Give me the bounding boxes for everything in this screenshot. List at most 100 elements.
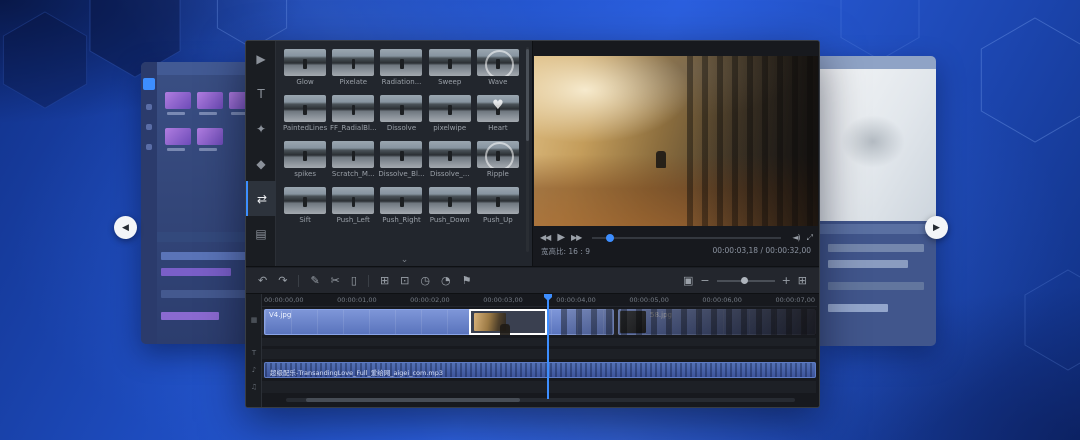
transition-item[interactable]: Push_Down [426,187,474,233]
duration-icon[interactable]: ◷ [420,275,430,286]
ghost-preview [820,69,936,221]
transition-item[interactable]: Heart [474,95,522,141]
audio-clip[interactable]: 超级配乐-TransandingLove_Full_爱给网_aigei_com.… [264,362,816,378]
transition-item[interactable]: pixelwipe [426,95,474,141]
timecode-label: 00:00:03,18 / 00:00:32,00 [712,246,811,257]
redo-icon[interactable]: ↷ [278,275,287,286]
timeline: ▦ T ♪ ♫ 00:00:00,00 00:00:01,00 00:00:02… [246,294,819,407]
transition-thumbnail [332,141,374,168]
ghost-header [820,56,936,69]
transition-item[interactable]: Radiation... [377,49,425,95]
audio-track-icon[interactable]: ♪ [246,366,262,374]
zoom-slider[interactable] [717,280,775,282]
sidebar-tab-effects[interactable]: ✦ [246,111,276,146]
seek-bar[interactable] [592,237,781,239]
transition-thumbnail [380,141,422,168]
sidebar-tab-export[interactable]: ▤ [246,216,276,251]
timeline-ruler[interactable]: 00:00:00,00 00:00:01,00 00:00:02,00 00:0… [262,294,817,307]
marker-icon[interactable]: ⚑ [462,275,472,286]
ghost-clip [161,252,251,260]
delete-icon[interactable]: ▯ [351,275,357,286]
editor-top-area: ▶ T ✦ ◆ ⇄ ▤ Glow Pixelate Radiation... S… [246,41,819,267]
library-panel: ▶ T ✦ ◆ ⇄ ▤ Glow Pixelate Radiation... S… [246,41,533,266]
zoom-in-icon[interactable]: + [782,275,791,286]
transition-item[interactable]: PaintedLines [281,95,329,141]
undo-icon[interactable]: ↶ [258,275,267,286]
transition-label: Glow [296,78,313,86]
ruler-tick-label: 00:00:03,00 [483,296,523,304]
page-background: ◀ ▶ ▶ T ✦ ◆ ⇄ ▤ Glow Pixelate Radiation.… [0,0,1080,440]
video-clip-58[interactable]: 58.jpg [618,309,816,335]
transition-thumbnail [477,187,519,214]
text-track-icon[interactable]: T [246,349,262,357]
text-icon: T [257,87,264,101]
transition-item[interactable]: Dissolve_Bl... [377,141,425,187]
sidebar-tab-elements[interactable]: ◆ [246,146,276,181]
transition-label: Sweep [438,78,461,86]
transition-thumbnail [477,95,519,122]
transition-label: Dissolve_... [430,170,469,178]
pip-icon[interactable]: ⊡ [400,275,409,286]
transition-item[interactable]: Push_Left [329,187,377,233]
ghost-clip [828,260,908,268]
transition-item[interactable]: Sift [281,187,329,233]
zoom-slider-handle[interactable] [741,277,748,284]
transition-thumbnail [332,187,374,214]
selected-clip[interactable] [469,309,547,335]
transition-item[interactable]: Glow [281,49,329,95]
transition-label: pixelwipe [433,124,466,132]
transition-item[interactable]: FF_RadialBl... [329,95,377,141]
elements-icon: ◆ [256,157,265,171]
render-preview-icon[interactable]: ▣ [683,275,693,286]
edit-icon[interactable]: ✎ [310,275,319,286]
grid-scrollbar[interactable] [526,49,529,141]
ghost-header [157,62,257,75]
transition-item[interactable]: Push_Up [474,187,522,233]
zoom-fit-icon[interactable]: ⊞ [798,275,807,286]
transition-item[interactable]: Sweep [426,49,474,95]
sidebar-tab-media[interactable]: ▶ [246,41,276,76]
fullscreen-icon[interactable]: ⤢ [807,233,812,243]
transition-item[interactable]: Ripple [474,141,522,187]
transitions-icon: ⇄ [257,192,267,206]
transition-label: Scratch_M... [332,170,375,178]
sidebar-tab-titles[interactable]: T [246,76,276,111]
ghost-clip [828,304,888,312]
transition-item[interactable]: Dissolve [377,95,425,141]
next-frame-icon[interactable]: ▶▶ [571,233,581,242]
speed-icon[interactable]: ◔ [441,275,451,286]
ghost-clip [828,244,924,252]
video-clip-v4[interactable]: V4.jpg [264,309,614,335]
volume-icon[interactable]: ◄) [792,233,799,242]
transition-thumbnail [284,141,326,168]
playback-controls: ◀◀ ▶ ▶▶ ◄) ⤢ [540,230,812,245]
play-icon[interactable]: ▶ [557,232,564,243]
cut-icon[interactable]: ✂ [331,275,340,286]
transition-item[interactable]: Dissolve_... [426,141,474,187]
transition-item[interactable]: Push_Right [377,187,425,233]
toolbar-divider [298,275,299,287]
transition-item[interactable]: Scratch_M... [329,141,377,187]
scroll-more-chevron-icon[interactable]: ⌄ [277,255,532,265]
previous-frame-icon[interactable]: ◀◀ [540,233,550,242]
timeline-scrollbar[interactable] [306,398,520,402]
transition-item[interactable]: spikes [281,141,329,187]
chevron-right-icon: ▶ [933,222,940,233]
next-slide-button[interactable]: ▶ [925,216,948,239]
crop-icon[interactable]: ⊞ [380,275,389,286]
music-track-icon[interactable]: ♫ [246,383,262,391]
ghost-clip [828,282,924,290]
transition-thumbnail [477,141,519,168]
transition-item[interactable]: Pixelate [329,49,377,95]
previous-slide-button[interactable]: ◀ [114,216,137,239]
video-preview[interactable] [534,56,818,226]
ghost-rail-icon [146,124,152,130]
sidebar-tab-transitions[interactable]: ⇄ [246,181,276,216]
video-track-icon[interactable]: ▦ [246,316,262,324]
ruler-tick-label: 00:00:06,00 [702,296,742,304]
seek-handle[interactable] [606,234,614,242]
transition-item[interactable]: Wave [474,49,522,95]
transition-thumbnail [429,187,471,214]
zoom-out-icon[interactable]: − [700,275,709,286]
playhead[interactable] [547,294,549,399]
